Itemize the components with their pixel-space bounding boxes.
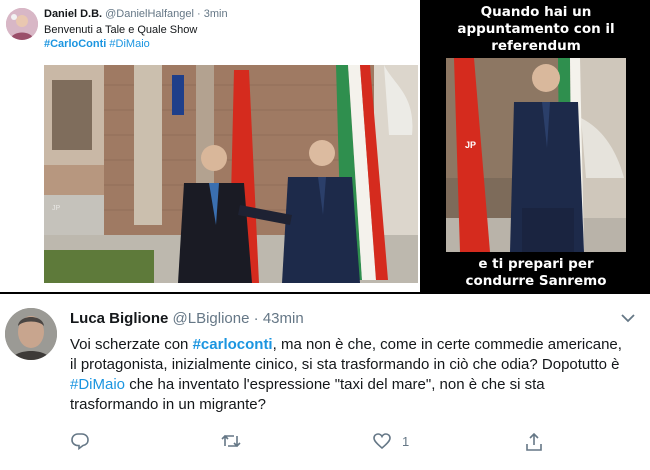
hashtag-dimaio[interactable]: #DiMaio: [109, 38, 149, 50]
display-name[interactable]: Luca Biglione: [70, 310, 168, 327]
avatar[interactable]: [6, 8, 38, 40]
share-icon: [526, 432, 542, 451]
handle[interactable]: @LBiglione: [173, 310, 250, 327]
meme-caption-top: Quando hai un appuntamento con il refere…: [422, 4, 650, 55]
hashtags: #CarloConti #DiMaio: [44, 37, 150, 51]
handle[interactable]: @DanielHalfangel: [105, 8, 194, 20]
meme-panel: Quando hai un appuntamento con il refere…: [422, 0, 650, 294]
tweet-text: Voi scherzate con #carloconti, ma non è …: [70, 335, 630, 415]
caption-line: Quando hai un: [480, 4, 592, 20]
timestamp[interactable]: 3min: [204, 8, 228, 20]
chevron-down-icon[interactable]: [620, 312, 636, 324]
tweet-text-part: Voi scherzate con: [70, 336, 193, 353]
avatar[interactable]: [5, 308, 57, 360]
like-button[interactable]: 1: [372, 432, 409, 450]
tweet-actions: 1: [0, 432, 650, 454]
reply-icon: [71, 433, 89, 450]
like-count: 1: [402, 433, 410, 449]
display-name[interactable]: Daniel D.B.: [44, 8, 102, 20]
caption-line: condurre Sanremo: [465, 273, 607, 289]
meme-caption-bottom: e ti prepari per condurre Sanremo: [422, 256, 650, 290]
separator: ·: [253, 310, 259, 327]
hashtag-carloconti[interactable]: #CarloConti: [44, 38, 106, 50]
hashtag-carloconti[interactable]: #carloconti: [193, 336, 273, 353]
caption-line: appuntamento con il: [457, 21, 615, 37]
timestamp[interactable]: 43min: [263, 310, 304, 327]
tweet-text-part: che ha inventato l'espressione "taxi del…: [70, 376, 545, 413]
tweet-main[interactable]: Luca Biglione @LBiglione · 43min Voi sch…: [0, 294, 650, 470]
hashtag-dimaio[interactable]: #DiMaio: [70, 376, 125, 393]
meme-photo: JP: [446, 58, 626, 252]
retweet-button[interactable]: [220, 432, 242, 450]
retweet-icon: [221, 434, 241, 448]
flag-label: JP: [465, 140, 476, 150]
separator: ·: [197, 8, 201, 20]
like-icon: [373, 433, 391, 450]
reply-button[interactable]: [70, 432, 90, 450]
svg-text:JP: JP: [52, 205, 61, 212]
tweet-photo[interactable]: JP: [44, 65, 418, 283]
tweet-top[interactable]: Daniel D.B. @DanielHalfangel · 3min Benv…: [0, 0, 422, 292]
share-button[interactable]: [524, 432, 544, 452]
caption-line: referendum: [491, 38, 581, 54]
tweet-text: Benvenuti a Tale e Quale Show: [44, 24, 198, 36]
caption-line: e ti prepari per: [478, 256, 594, 272]
